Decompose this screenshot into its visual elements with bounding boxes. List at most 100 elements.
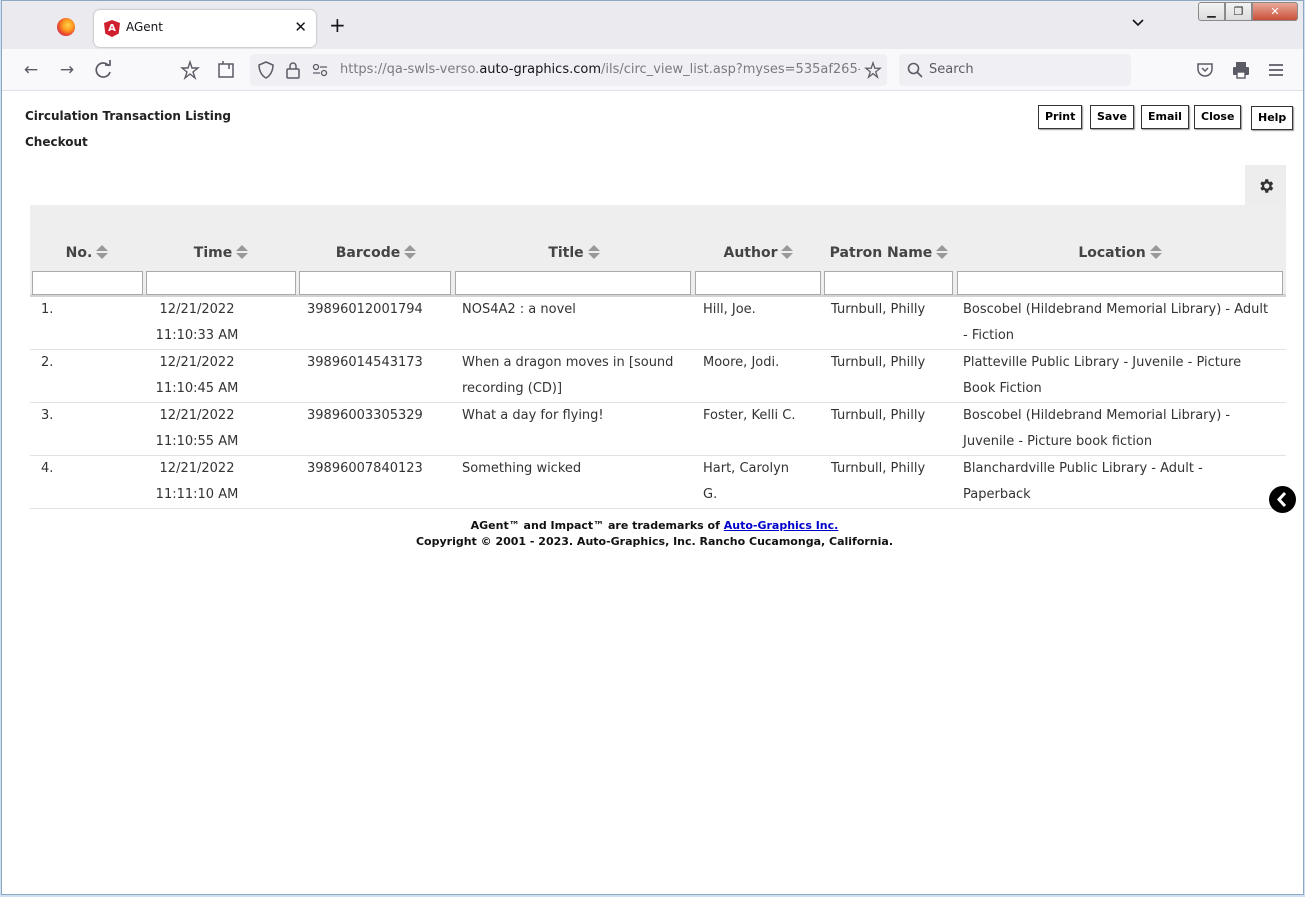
- sort-icon[interactable]: [936, 245, 949, 259]
- table-body: 1. 12/21/2022 11:10:33 AM 39896012001794 …: [30, 297, 1286, 509]
- cell-patron: Turnbull, Philly: [831, 355, 926, 370]
- cell-time-clock: 11:10:55 AM: [155, 434, 239, 449]
- sort-icon[interactable]: [1149, 245, 1162, 259]
- cell-time: 12/21/2022 11:11:10 AM: [144, 456, 250, 508]
- sort-icon[interactable]: [236, 245, 249, 259]
- bookmark-page-star-icon[interactable]: [864, 61, 882, 79]
- cell-no: 3.: [41, 408, 54, 423]
- filter-input-author[interactable]: [695, 271, 821, 295]
- hamburger-menu-icon[interactable]: [1266, 60, 1286, 80]
- cell-patron: Turnbull, Philly: [831, 302, 926, 317]
- sort-icon[interactable]: [404, 245, 417, 259]
- browser-tab[interactable]: A AGent ✕: [94, 10, 316, 47]
- browser-window: A AGent ✕ + ▁ ❐ ✕ ← → https://qa-swls-ve…: [1, 0, 1304, 895]
- column-header-barcode[interactable]: Barcode: [298, 245, 454, 261]
- column-header-patron-name[interactable]: Patron Name: [823, 245, 955, 261]
- firefox-logo-icon: [57, 18, 75, 36]
- table-row[interactable]: 1. 12/21/2022 11:10:33 AM 39896012001794 …: [30, 297, 1286, 350]
- window-close-button[interactable]: ✕: [1252, 2, 1298, 21]
- transaction-table: No. Time Barcode Title Author Patron Nam…: [30, 205, 1286, 509]
- column-header-time[interactable]: Time: [144, 245, 298, 261]
- collapse-panel-button[interactable]: [1269, 486, 1296, 513]
- chevron-left-icon: [1276, 491, 1287, 508]
- footer-trademark-text: AGent™ and Impact™ are trademarks of: [470, 519, 724, 532]
- close-button[interactable]: Close: [1194, 105, 1242, 129]
- search-icon: [907, 62, 923, 78]
- column-settings-button[interactable]: [1245, 165, 1286, 207]
- cell-location-line: Platteville Public Library - Juvenile - …: [963, 355, 1242, 370]
- column-header-location[interactable]: Location: [955, 245, 1285, 261]
- column-header-label: Location: [1078, 245, 1146, 261]
- new-tab-button[interactable]: +: [329, 15, 346, 35]
- cell-location-line: - Fiction: [963, 328, 1015, 343]
- cell-author-line: Foster, Kelli C.: [703, 408, 796, 423]
- navigation-bar: ← → https://qa-swls-verso.auto-graphics.…: [2, 49, 1303, 91]
- cell-location: Platteville Public Library - Juvenile - …: [963, 350, 1241, 402]
- search-bar[interactable]: Search: [899, 54, 1131, 86]
- cell-location: Boscobel (Hildebrand Memorial Library) -…: [963, 297, 1268, 349]
- lock-icon[interactable]: [285, 61, 301, 79]
- filter-input-barcode[interactable]: [299, 271, 451, 295]
- cell-location: Blanchardville Public Library - Adult - P…: [963, 456, 1203, 508]
- table-row[interactable]: 3. 12/21/2022 11:10:55 AM 39896003305329 …: [30, 403, 1286, 456]
- cell-title-line: Something wicked: [462, 461, 582, 476]
- column-header-author[interactable]: Author: [694, 245, 823, 261]
- sort-icon[interactable]: [96, 245, 109, 259]
- cell-author: Hill, Joe.: [703, 297, 756, 323]
- cell-location-line: Blanchardville Public Library - Adult -: [963, 461, 1203, 476]
- table-row[interactable]: 2. 12/21/2022 11:10:45 AM 39896014543173 …: [30, 350, 1286, 403]
- print-button[interactable]: Print: [1038, 105, 1083, 129]
- cell-time: 12/21/2022 11:10:45 AM: [144, 350, 250, 402]
- cell-time-clock: 11:10:45 AM: [155, 381, 239, 396]
- shield-icon[interactable]: [257, 61, 275, 79]
- help-button[interactable]: Help: [1251, 106, 1294, 130]
- reload-icon[interactable]: [94, 60, 114, 80]
- filter-input-time[interactable]: [146, 271, 296, 295]
- sort-icon[interactable]: [781, 245, 794, 259]
- filter-input-location[interactable]: [957, 271, 1283, 295]
- minimize-button[interactable]: ▁: [1198, 2, 1225, 21]
- url-bar[interactable]: https://qa-swls-verso.auto-graphics.com/…: [250, 54, 887, 86]
- column-header-title[interactable]: Title: [454, 245, 694, 261]
- library-icon[interactable]: [216, 60, 236, 80]
- cell-location-line: Boscobel (Hildebrand Memorial Library) -…: [963, 302, 1269, 317]
- maximize-button[interactable]: ❐: [1225, 2, 1252, 21]
- column-header-label: No.: [65, 245, 93, 261]
- printer-icon[interactable]: [1231, 60, 1251, 80]
- sort-icon[interactable]: [587, 245, 600, 259]
- save-button[interactable]: Save: [1090, 105, 1134, 129]
- cell-title-line: NOS4A2 : a novel: [462, 302, 576, 317]
- cell-location-line: Book Fiction: [963, 381, 1042, 396]
- filter-input-no[interactable]: [32, 271, 143, 295]
- back-arrow-icon[interactable]: ←: [21, 60, 41, 80]
- angular-favicon-icon: A: [104, 20, 120, 37]
- url-prefix: https://qa-swls-verso.: [340, 62, 480, 77]
- url-domain: auto-graphics.com: [479, 62, 601, 77]
- page-title: Circulation Transaction Listing: [25, 109, 231, 123]
- cell-location-line: Paperback: [963, 487, 1031, 502]
- column-header-no[interactable]: No.: [30, 245, 144, 261]
- url-path: /ils/circ_view_list.asp?myses=535af265-d…: [600, 62, 860, 77]
- cell-barcode: 39896014543173: [307, 355, 423, 370]
- cell-time-date: 12/21/2022: [159, 355, 235, 370]
- table-row[interactable]: 4. 12/21/2022 11:11:10 AM 39896007840123 …: [30, 456, 1286, 509]
- cell-barcode: 39896003305329: [307, 408, 423, 423]
- cell-title-line: recording (CD)]: [462, 381, 563, 396]
- url-text[interactable]: https://qa-swls-verso.auto-graphics.com/…: [340, 62, 860, 77]
- list-all-tabs-icon[interactable]: [1130, 15, 1146, 31]
- auto-graphics-link[interactable]: Auto-Graphics Inc.: [724, 519, 839, 532]
- forward-arrow-icon[interactable]: →: [57, 60, 77, 80]
- filter-input-title[interactable]: [455, 271, 691, 295]
- cell-location-line: Boscobel (Hildebrand Memorial Library) -: [963, 408, 1231, 423]
- search-input[interactable]: Search: [929, 62, 974, 77]
- permissions-icon[interactable]: [312, 63, 328, 77]
- cell-title: When a dragon moves in [sound recording (…: [462, 350, 673, 402]
- cell-author-line: Hart, Carolyn: [703, 461, 790, 476]
- cell-author-line: Hill, Joe.: [703, 302, 756, 317]
- bookmark-star-icon[interactable]: [180, 60, 200, 80]
- email-button[interactable]: Email: [1141, 105, 1189, 129]
- pocket-icon[interactable]: [1195, 60, 1215, 80]
- column-header-label: Patron Name: [829, 245, 933, 261]
- filter-input-patron-name[interactable]: [824, 271, 953, 295]
- tab-close-button[interactable]: ✕: [294, 18, 307, 36]
